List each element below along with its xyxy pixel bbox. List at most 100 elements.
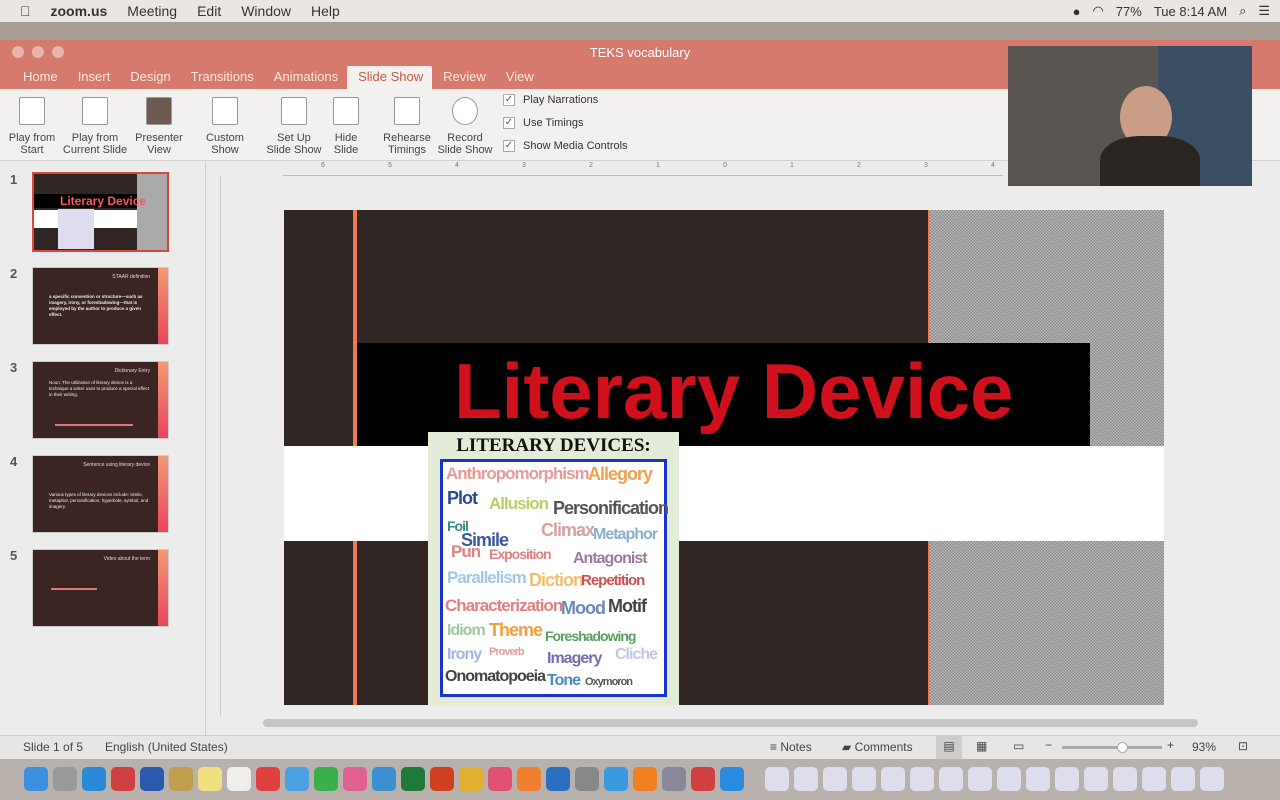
presenter-view-button[interactable]: Presenter View xyxy=(132,93,186,156)
comments-button[interactable]: ▰ Comments xyxy=(842,740,913,754)
set-up-slide-show-button[interactable]: Set Up Slide Show xyxy=(264,93,324,156)
tab-view[interactable]: View xyxy=(495,66,543,89)
language[interactable]: English (United States) xyxy=(105,740,228,754)
dock-app-icon[interactable] xyxy=(546,767,570,791)
apple-icon[interactable]:  xyxy=(20,3,31,19)
dock-window-icon[interactable] xyxy=(794,767,818,791)
slide-sorter-icon[interactable]: ▦ xyxy=(976,739,987,753)
dock-app-icon[interactable] xyxy=(82,767,106,791)
dock-app-icon[interactable] xyxy=(604,767,628,791)
thumbnail-slide-3[interactable]: Dictionary Entry Noun: The utilization of… xyxy=(32,361,169,439)
use-timings-checkbox[interactable]: ✓ Use Timings xyxy=(503,117,584,129)
menu-help[interactable]: Help xyxy=(311,3,340,19)
menu-meeting[interactable]: Meeting xyxy=(127,3,177,19)
slide-number: 4 xyxy=(10,454,18,469)
normal-view-icon[interactable]: ▤ xyxy=(936,736,962,759)
dock-window-icon[interactable] xyxy=(939,767,963,791)
dock-window-icon[interactable] xyxy=(1084,767,1108,791)
dock-app-icon[interactable] xyxy=(111,767,135,791)
zoom-slider[interactable] xyxy=(1062,742,1162,753)
battery-percent[interactable]: 77% xyxy=(1116,4,1142,19)
background-window xyxy=(0,22,1280,40)
dock-window-icon[interactable] xyxy=(765,767,789,791)
dock-app-icon[interactable] xyxy=(198,767,222,791)
dock-app-icon[interactable] xyxy=(691,767,715,791)
word-cloud-word: Theme xyxy=(489,620,543,640)
dock-app-icon[interactable] xyxy=(633,767,657,791)
dock-window-icon[interactable] xyxy=(1171,767,1195,791)
menu-app[interactable]: zoom.us xyxy=(51,3,108,19)
dock-app-icon[interactable] xyxy=(401,767,425,791)
dock-app-icon[interactable] xyxy=(169,767,193,791)
tab-animations[interactable]: Animations xyxy=(263,66,347,89)
fit-to-window-icon[interactable]: ⊡ xyxy=(1238,739,1248,753)
dock-app-icon[interactable] xyxy=(227,767,251,791)
slide-title[interactable]: Literary Device xyxy=(454,346,1013,437)
zoom-level[interactable]: 93% xyxy=(1192,740,1216,754)
dock-app-icon[interactable] xyxy=(314,767,338,791)
dock-window-icon[interactable] xyxy=(910,767,934,791)
dock-app-icon[interactable] xyxy=(256,767,280,791)
current-slide[interactable]: Literary Device LITERARY DEVICES: Anthro… xyxy=(284,210,1164,705)
hide-slide-button[interactable]: Hide Slide xyxy=(328,93,364,156)
show-media-controls-checkbox[interactable]: ✓ Show Media Controls xyxy=(503,140,628,152)
dock-app-icon[interactable] xyxy=(140,767,164,791)
word-cloud-word: Foreshadowing xyxy=(545,628,636,644)
rehearse-timings-button[interactable]: Rehearse Timings xyxy=(380,93,434,156)
dock-app-icon[interactable] xyxy=(24,767,48,791)
play-narrations-checkbox[interactable]: ✓ Play Narrations xyxy=(503,94,598,106)
dock-window-icon[interactable] xyxy=(1026,767,1050,791)
wifi-icon[interactable]: ◠ xyxy=(1092,3,1103,19)
dock-window-icon[interactable] xyxy=(881,767,905,791)
dock-window-icon[interactable] xyxy=(823,767,847,791)
dock-app-icon[interactable] xyxy=(517,767,541,791)
ruler-tick-label: 1 xyxy=(656,162,660,169)
dock-window-icon[interactable] xyxy=(997,767,1021,791)
tab-transitions[interactable]: Transitions xyxy=(180,66,263,89)
play-from-start-button[interactable]: Play from Start xyxy=(4,93,60,156)
zoom-slider-knob[interactable] xyxy=(1117,742,1128,753)
dock-app-icon[interactable] xyxy=(575,767,599,791)
dock-app-icon[interactable] xyxy=(53,767,77,791)
tab-home[interactable]: Home xyxy=(12,66,67,89)
dock-window-icon[interactable] xyxy=(1055,767,1079,791)
zoom-in-button[interactable]: + xyxy=(1167,738,1174,752)
dock-app-icon[interactable] xyxy=(459,767,483,791)
tab-slide-show[interactable]: Slide Show xyxy=(347,66,433,89)
dock-app-icon[interactable] xyxy=(372,767,396,791)
dock-window-icon[interactable] xyxy=(852,767,876,791)
custom-show-button[interactable]: Custom Show xyxy=(198,93,252,156)
thumbnail-slide-1[interactable]: Literary Device xyxy=(32,172,169,252)
record-slide-show-button[interactable]: Record Slide Show xyxy=(436,93,494,156)
dock-window-icon[interactable] xyxy=(1113,767,1137,791)
reading-view-icon[interactable]: ▭ xyxy=(1013,739,1024,753)
thumbnail-slide-4[interactable]: Sentence using literary device Various ty… xyxy=(32,455,169,533)
menu-window[interactable]: Window xyxy=(241,3,291,19)
dock-app-icon[interactable] xyxy=(720,767,744,791)
dock-app-icon[interactable] xyxy=(343,767,367,791)
dock-app-icon[interactable] xyxy=(488,767,512,791)
dock-app-icon[interactable] xyxy=(285,767,309,791)
zoom-out-button[interactable]: − xyxy=(1045,738,1052,752)
list-icon[interactable]: ☰ xyxy=(1258,3,1270,19)
thumbnail-slide-2[interactable]: STAAR definition a specific convention or… xyxy=(32,267,169,345)
tab-design[interactable]: Design xyxy=(119,66,179,89)
word-cloud-word: Antagonist xyxy=(573,550,648,567)
menu-edit[interactable]: Edit xyxy=(197,3,221,19)
dock-window-icon[interactable] xyxy=(968,767,992,791)
dock-app-icon[interactable] xyxy=(430,767,454,791)
tab-insert[interactable]: Insert xyxy=(67,66,120,89)
zoom-icon[interactable]: ● xyxy=(1073,4,1081,19)
horizontal-scrollbar[interactable] xyxy=(263,719,1198,727)
word-cloud: Anthropomorphism Allegory Plot Allusion Pers… xyxy=(440,459,669,697)
thumbnail-slide-5[interactable]: Video about the term xyxy=(32,549,169,627)
search-icon[interactable]: ⌕ xyxy=(1239,3,1246,19)
dock-window-icon[interactable] xyxy=(1142,767,1166,791)
dock-app-icon[interactable] xyxy=(662,767,686,791)
clock[interactable]: Tue 8:14 AM xyxy=(1154,4,1227,19)
tab-review[interactable]: Review xyxy=(432,66,495,89)
notes-button[interactable]: ≡ Notes xyxy=(770,740,812,754)
dock-window-icon[interactable] xyxy=(1200,767,1224,791)
word-cloud-image[interactable]: LITERARY DEVICES: Anthropomorphism Allego… xyxy=(428,432,679,705)
play-from-current-button[interactable]: Play from Current Slide xyxy=(60,93,130,156)
